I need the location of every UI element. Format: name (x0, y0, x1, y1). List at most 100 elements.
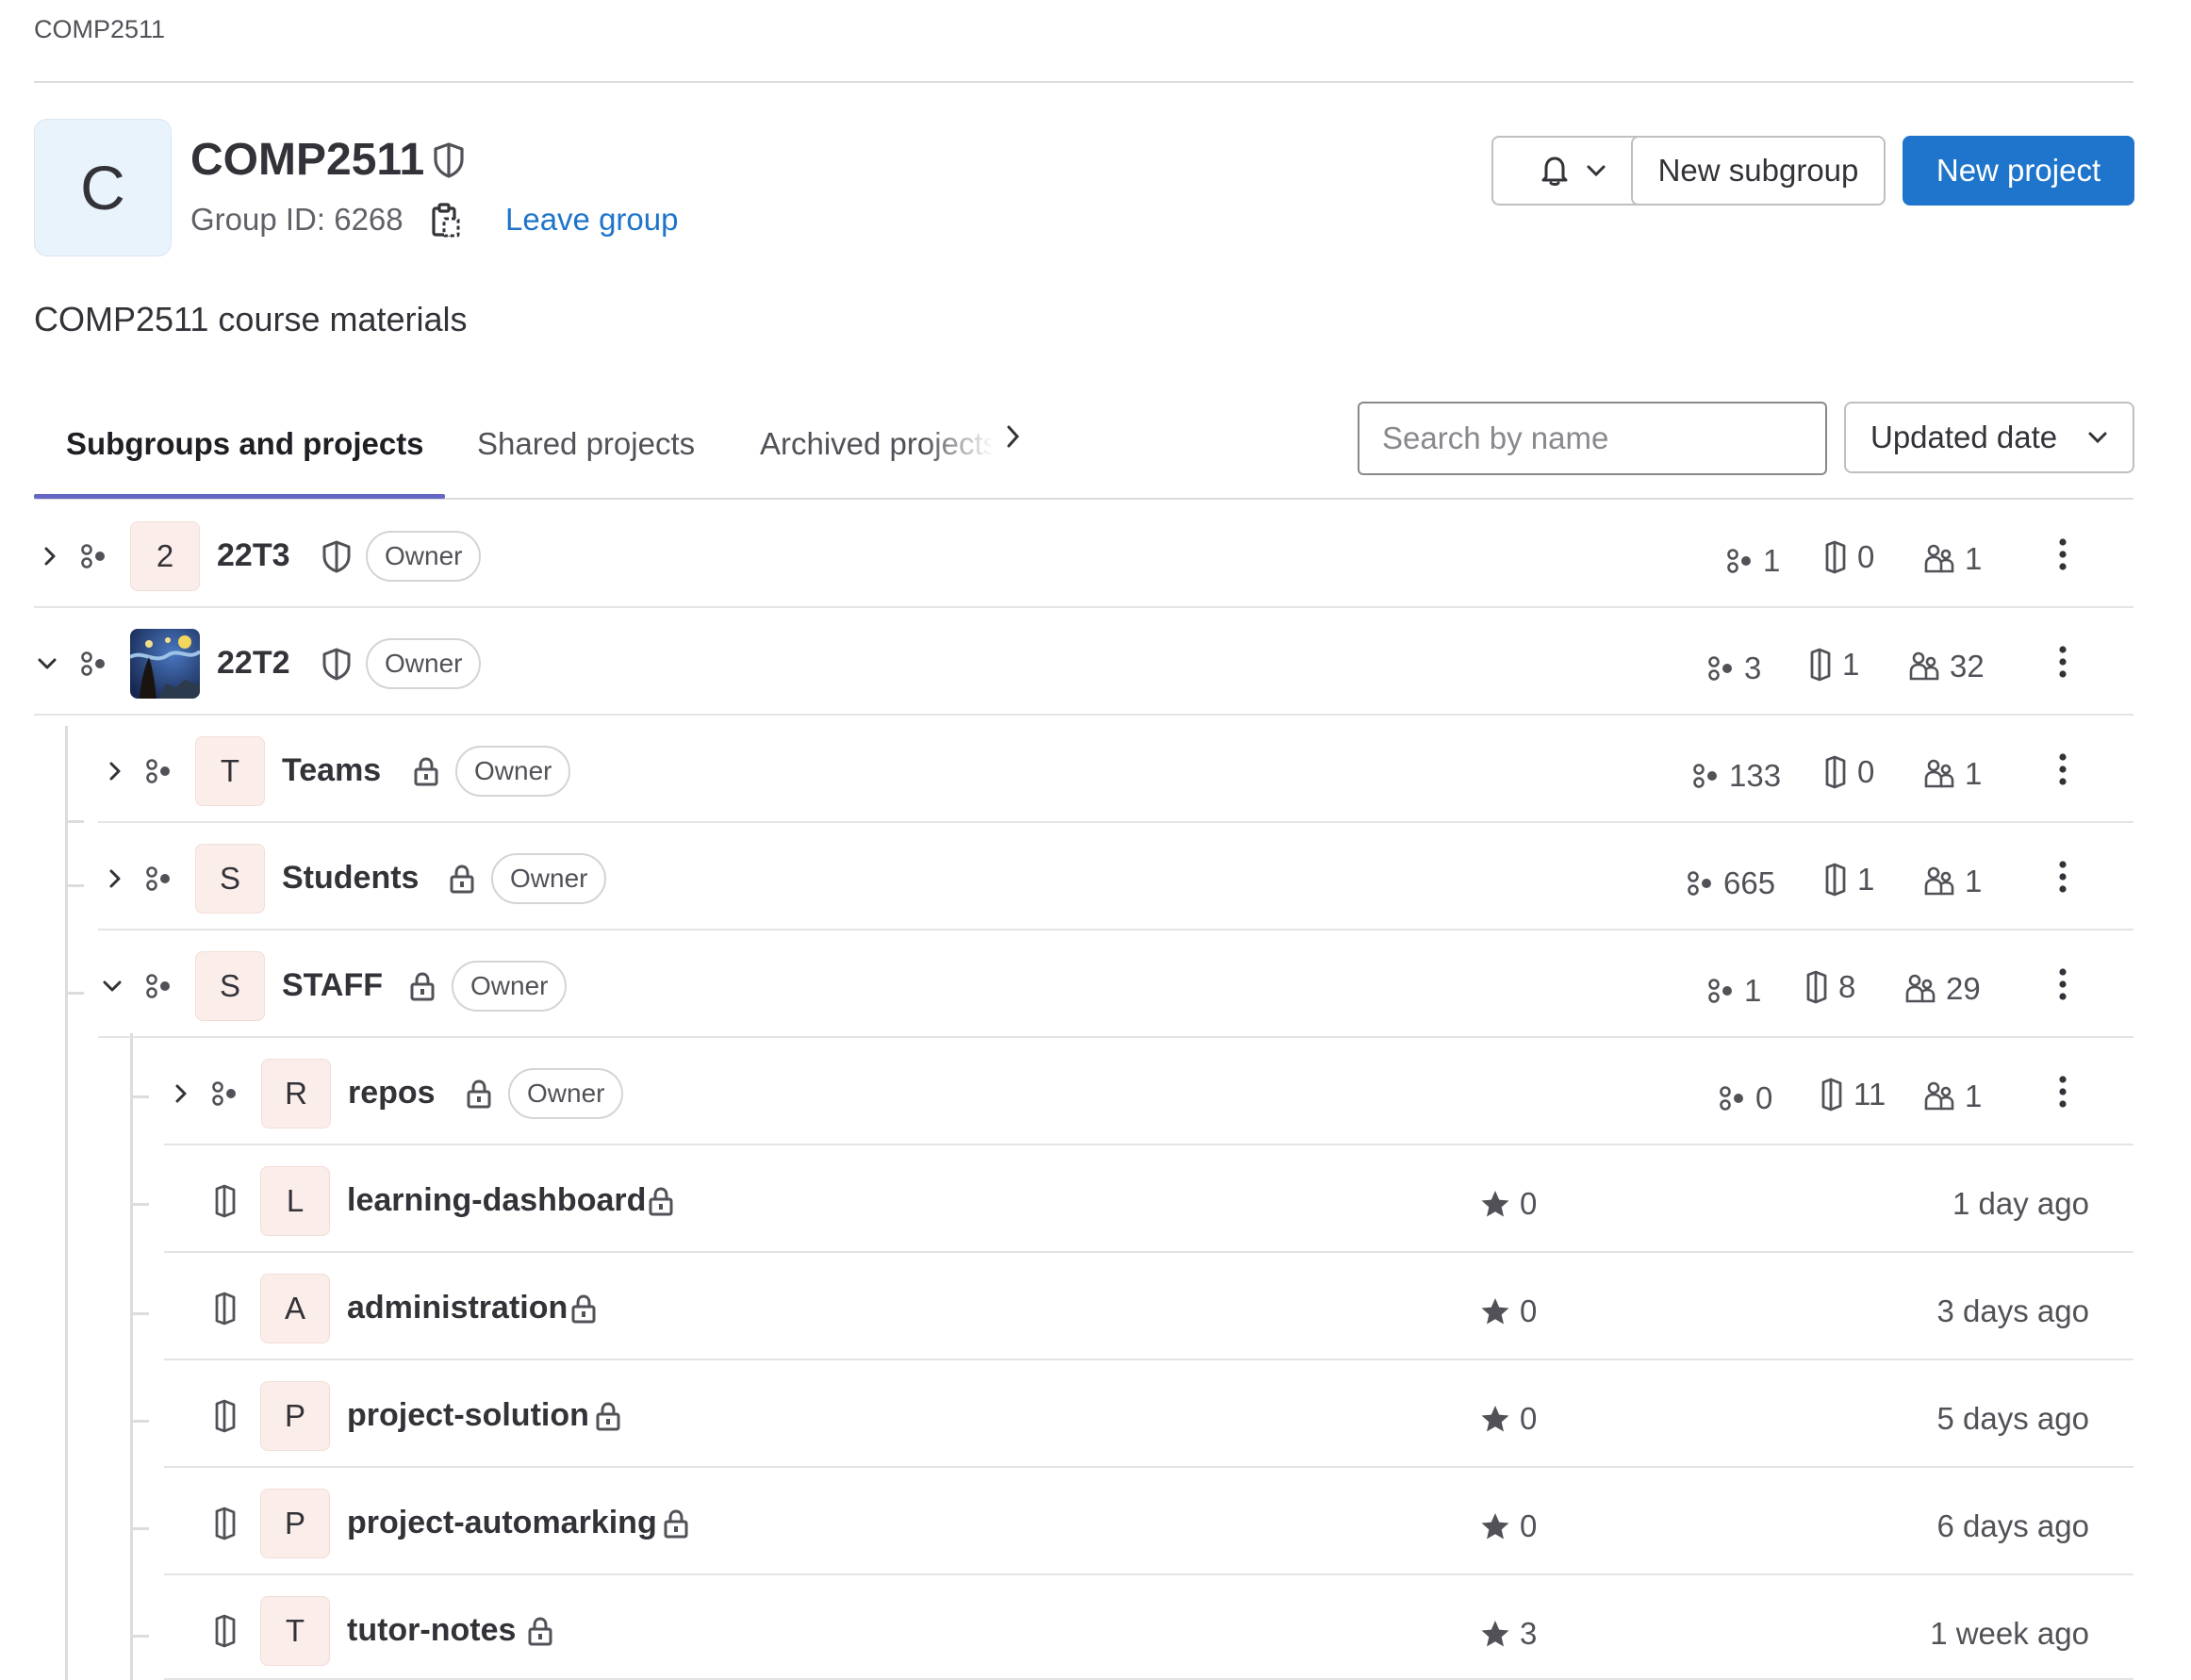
sort-dropdown[interactable]: Updated date (1844, 402, 2134, 473)
chevron-right-icon[interactable] (105, 866, 125, 891)
chevron-right-icon[interactable] (1001, 420, 1026, 453)
role-badge: Owner (491, 853, 607, 904)
more-actions-icon[interactable] (2057, 752, 2068, 786)
member-count-value: 1 (1965, 864, 1983, 898)
subgroup-icon (81, 651, 105, 676)
subgroup-count-value: 1 (1763, 543, 1781, 578)
row-divider (164, 1144, 2133, 1145)
more-actions-icon[interactable] (2057, 1075, 2068, 1109)
tab-archived-projects[interactable]: Archived projects (760, 426, 994, 462)
group-name-link[interactable]: Students (282, 860, 419, 897)
subgroup-icon (1688, 871, 1711, 896)
leave-group-link[interactable]: Leave group (505, 202, 678, 238)
lock-icon (664, 1509, 688, 1539)
project-count-value: 11 (1853, 1077, 1886, 1112)
notification-button[interactable] (1491, 136, 1654, 206)
header-divider (34, 81, 2133, 83)
star-icon (1481, 1406, 1509, 1432)
more-actions-icon[interactable] (2057, 537, 2068, 571)
chevron-right-icon[interactable] (105, 759, 125, 783)
group-name-link[interactable]: 22T3 (217, 537, 290, 574)
star-count-value: 0 (1520, 1508, 1538, 1543)
tab-subgroups-and-projects[interactable]: Subgroups and projects (66, 426, 424, 462)
search-input[interactable] (1358, 402, 1827, 475)
lock-icon (571, 1294, 596, 1324)
chevron-right-icon[interactable] (40, 544, 60, 568)
tree-connector (67, 884, 84, 887)
group-avatar: 2 (130, 521, 200, 591)
group-name-link[interactable]: Teams (282, 752, 381, 789)
row-divider (164, 1359, 2133, 1360)
project-name-link[interactable]: project-solution (347, 1397, 589, 1434)
page-title: COMP2511 (190, 135, 425, 185)
updated-time: 5 days ago (1936, 1401, 2089, 1436)
subgroup-icon (1727, 549, 1751, 573)
members-icon (1924, 544, 1954, 573)
subgroup-count: 0 (1718, 1080, 1772, 1116)
subgroup-icon (146, 866, 170, 891)
row-divider (98, 929, 2133, 931)
project-icon (215, 1507, 236, 1540)
chevron-right-icon[interactable] (171, 1081, 191, 1106)
group-name-link[interactable]: repos (348, 1075, 436, 1112)
project-count-value: 1 (1842, 647, 1860, 682)
subgroup-icon (1708, 656, 1732, 681)
more-actions-icon[interactable] (2057, 860, 2068, 894)
star-icon (1481, 1191, 1509, 1217)
member-count: 1 (1923, 864, 1982, 899)
subgroup-count: 1 (1706, 973, 1761, 1009)
tree-connector (132, 1095, 149, 1098)
star-count: 0 (1480, 1401, 1537, 1437)
project-name-link[interactable]: learning-dashboard (347, 1182, 646, 1219)
updated-time: 1 week ago (1930, 1616, 2089, 1651)
group-avatar: R (261, 1059, 331, 1128)
row-divider (164, 1251, 2133, 1253)
sort-label: Updated date (1870, 420, 2058, 454)
new-subgroup-button[interactable]: New subgroup (1631, 136, 1886, 206)
tree-connector (132, 1312, 149, 1315)
project-icon (1821, 1078, 1842, 1112)
subgroup-count-value: 665 (1723, 865, 1776, 900)
group-avatar: T (195, 736, 265, 806)
project-name-link[interactable]: tutor-notes (347, 1612, 516, 1649)
breadcrumb[interactable]: COMP2511 (34, 15, 165, 44)
star-icon (1481, 1621, 1509, 1647)
members-icon (1909, 651, 1939, 681)
lock-icon (467, 1079, 491, 1109)
star-count-value: 0 (1520, 1186, 1538, 1221)
chevron-down-icon (1587, 165, 1606, 177)
more-actions-icon[interactable] (2057, 645, 2068, 679)
project-count-value: 0 (1857, 539, 1875, 574)
group-avatar: S (195, 951, 265, 1021)
shield-icon (434, 142, 464, 178)
project-count: 1 (1821, 862, 1874, 898)
more-actions-icon[interactable] (2057, 967, 2068, 1001)
project-avatar: L (260, 1166, 330, 1236)
project-count-value: 0 (1857, 754, 1875, 789)
tab-shared-projects[interactable]: Shared projects (477, 426, 695, 462)
star-count: 0 (1480, 1186, 1537, 1222)
project-count: 11 (1818, 1077, 1886, 1112)
chevron-down-icon[interactable] (36, 652, 58, 675)
subgroup-icon (146, 974, 170, 998)
group-avatar-image (130, 629, 200, 699)
copy-icon[interactable] (430, 202, 462, 239)
shield-icon (322, 648, 351, 681)
tree-connector (132, 1203, 149, 1206)
project-icon (215, 1292, 236, 1326)
project-name-link[interactable]: administration (347, 1290, 568, 1326)
new-project-button[interactable]: New project (1903, 136, 2134, 206)
chevron-down-icon[interactable] (101, 975, 124, 997)
group-avatar: C (34, 119, 172, 256)
group-name-link[interactable]: STAFF (282, 967, 383, 1004)
project-icon (215, 1184, 236, 1218)
project-avatar: T (260, 1596, 330, 1666)
group-name-link[interactable]: 22T2 (217, 645, 290, 682)
star-count: 0 (1480, 1293, 1537, 1329)
members-icon (1924, 759, 1954, 788)
row-divider (164, 1466, 2133, 1468)
star-icon (1481, 1298, 1509, 1325)
project-name-link[interactable]: project-automarking (347, 1505, 657, 1541)
project-icon (215, 1399, 236, 1433)
subgroup-icon (1708, 979, 1732, 1003)
